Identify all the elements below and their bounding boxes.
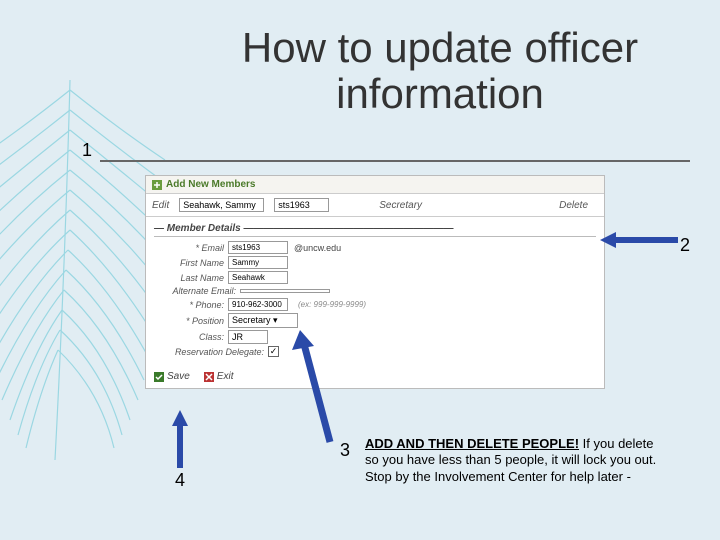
exit-icon bbox=[204, 372, 214, 382]
panel-buttons: Save Exit bbox=[146, 365, 604, 388]
arrow-2 bbox=[600, 230, 680, 250]
alt-email-input[interactable] bbox=[240, 289, 330, 293]
phone-label: * Phone: bbox=[154, 300, 224, 310]
position-label: * Position bbox=[154, 316, 224, 326]
last-name-input[interactable]: Seahawk bbox=[228, 271, 288, 284]
member-role: Secretary bbox=[379, 200, 422, 211]
resdel-checkbox[interactable]: ✓ bbox=[268, 346, 279, 357]
title-underline bbox=[100, 160, 690, 162]
chevron-down-icon: ▾ bbox=[273, 315, 278, 325]
last-name-label: Last Name bbox=[154, 273, 224, 283]
email-label: * Email bbox=[154, 243, 224, 253]
arrow-4 bbox=[170, 410, 190, 470]
edit-link[interactable]: Edit bbox=[152, 200, 169, 211]
advice-lead: ADD AND THEN DELETE PEOPLE! bbox=[365, 436, 579, 451]
callout-3: 3 bbox=[340, 440, 350, 461]
callout-1: 1 bbox=[82, 140, 92, 161]
callout-2: 2 bbox=[680, 235, 690, 256]
slide-title: How to update officer information bbox=[200, 25, 680, 117]
panel-header-text: Add New Members bbox=[166, 179, 255, 190]
member-user-field[interactable]: sts1963 bbox=[274, 198, 329, 212]
panel-header: Add New Members bbox=[146, 176, 604, 194]
position-select[interactable]: Secretary ▾ bbox=[228, 313, 298, 328]
class-label: Class: bbox=[154, 332, 224, 342]
save-button[interactable]: Save bbox=[154, 371, 190, 382]
resdel-label: Reservation Delegate: bbox=[154, 347, 264, 357]
callout-4: 4 bbox=[175, 470, 185, 491]
email-input[interactable]: sts1963 bbox=[228, 241, 288, 254]
details-title: — Member Details ————————————————————— bbox=[154, 223, 596, 237]
member-name-field[interactable]: Seahawk, Sammy bbox=[179, 198, 264, 212]
member-panel: Add New Members Edit Seahawk, Sammy sts1… bbox=[145, 175, 605, 389]
first-name-input[interactable]: Sammy bbox=[228, 256, 288, 269]
phone-hint: (ex: 999-999-9999) bbox=[298, 300, 366, 309]
advice-text: ADD AND THEN DELETE PEOPLE! If you delet… bbox=[365, 436, 665, 485]
class-select[interactable]: JR bbox=[228, 330, 268, 344]
arrow-3 bbox=[290, 330, 340, 445]
email-domain: @uncw.edu bbox=[294, 243, 341, 253]
first-name-label: First Name bbox=[154, 258, 224, 268]
delete-link[interactable]: Delete bbox=[559, 200, 588, 211]
exit-button[interactable]: Exit bbox=[204, 371, 234, 382]
phone-input[interactable]: 910-962-3000 bbox=[228, 298, 288, 311]
member-details: — Member Details ————————————————————— *… bbox=[146, 217, 604, 365]
member-row: Edit Seahawk, Sammy sts1963 Secretary De… bbox=[146, 194, 604, 217]
alt-email-label: Alternate Email: bbox=[154, 286, 236, 296]
plus-icon bbox=[152, 180, 162, 190]
save-icon bbox=[154, 372, 164, 382]
